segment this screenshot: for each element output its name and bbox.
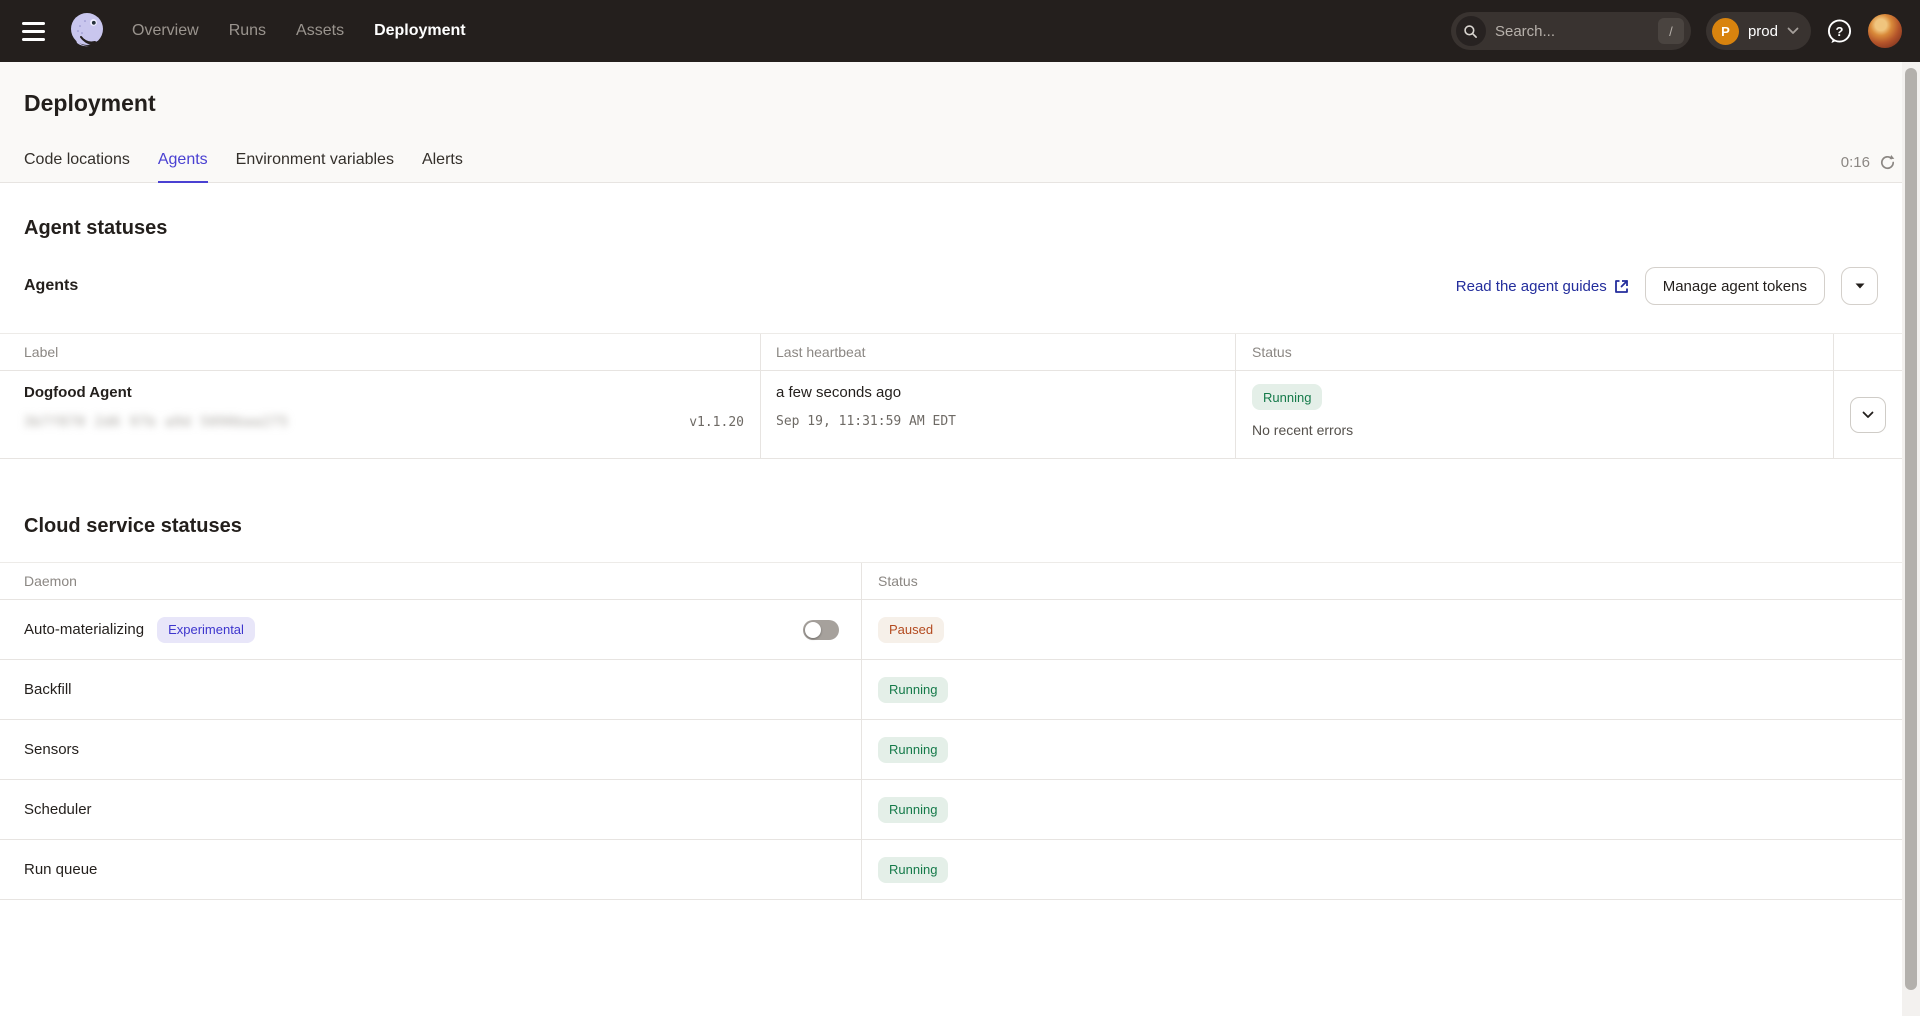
- navbar-right: / P prod ?: [1451, 12, 1902, 50]
- chevron-down-icon: [1787, 27, 1799, 35]
- daemon-name: Auto-materializing: [24, 621, 144, 638]
- refresh-timer: 0:16: [1841, 154, 1870, 171]
- daemon-name: Backfill: [24, 681, 72, 698]
- heartbeat-timestamp: Sep 19, 11:31:59 AM EDT: [776, 414, 1235, 429]
- dagster-logo[interactable]: [64, 8, 110, 54]
- agent-status-badge: Running: [1252, 384, 1322, 410]
- agents-subheading: Agents: [24, 277, 78, 295]
- agent-statuses-heading: Agent statuses: [0, 217, 1902, 240]
- search-icon: [1456, 16, 1486, 46]
- external-link-icon: [1614, 279, 1629, 294]
- nav-deployment[interactable]: Deployment: [374, 22, 466, 40]
- svg-text:?: ?: [1836, 24, 1844, 39]
- daemon-name: Sensors: [24, 741, 79, 758]
- page-header: Deployment Code locations Agents Environ…: [0, 62, 1920, 183]
- cloud-services-table: Daemon Status Auto-materializing Experim…: [0, 562, 1902, 900]
- scrollbar-thumb[interactable]: [1905, 68, 1917, 990]
- daemon-row-sensors: Sensors Running: [0, 720, 1902, 780]
- agent-id-redacted: 3b7f870 2d6 97b a9d 5090baa275: [24, 415, 289, 430]
- agent-status-note: No recent errors: [1252, 422, 1833, 438]
- nav-runs[interactable]: Runs: [229, 22, 266, 40]
- daemon-name: Scheduler: [24, 801, 92, 818]
- manage-agent-tokens-button[interactable]: Manage agent tokens: [1645, 267, 1825, 305]
- daemon-status-badge: Running: [878, 737, 948, 763]
- search-input[interactable]: [1486, 23, 1658, 40]
- col-header-daemon: Daemon: [0, 573, 861, 589]
- cloud-service-statuses-heading: Cloud service statuses: [0, 515, 1902, 538]
- daemon-status-badge: Running: [878, 677, 948, 703]
- org-initial-badge: P: [1712, 18, 1739, 45]
- main-content: Agent statuses Agents Read the agent gui…: [0, 217, 1902, 900]
- col-header-status: Status: [861, 563, 1902, 599]
- refresh-icon: [1879, 154, 1896, 171]
- question-icon: ?: [1826, 18, 1853, 45]
- primary-nav: Overview Runs Assets Deployment: [132, 22, 466, 40]
- user-avatar[interactable]: [1868, 14, 1902, 48]
- agents-table-header: Label Last heartbeat Status: [0, 334, 1902, 371]
- heartbeat-relative: a few seconds ago: [776, 384, 1235, 401]
- agents-table: Label Last heartbeat Status Dogfood Agen…: [0, 333, 1902, 459]
- manage-tokens-menu-button[interactable]: [1841, 267, 1878, 305]
- agent-row: Dogfood Agent 3b7f870 2d6 97b a9d 5090ba…: [0, 371, 1902, 459]
- slash-shortcut-key: /: [1658, 18, 1684, 44]
- auto-materializing-toggle[interactable]: [803, 620, 839, 640]
- daemon-status-badge: Running: [878, 857, 948, 883]
- agent-guides-link[interactable]: Read the agent guides: [1456, 278, 1629, 295]
- help-button[interactable]: ?: [1826, 18, 1853, 45]
- nav-overview[interactable]: Overview: [132, 22, 199, 40]
- caret-down-icon: [1855, 283, 1865, 289]
- menu-button[interactable]: [12, 10, 54, 52]
- daemon-row-backfill: Backfill Running: [0, 660, 1902, 720]
- expand-agent-row-button[interactable]: [1850, 397, 1886, 433]
- nav-assets[interactable]: Assets: [296, 22, 344, 40]
- dagster-octopus-icon: [65, 9, 109, 53]
- chevron-down-icon: [1862, 411, 1874, 419]
- daemon-row-run-queue: Run queue Running: [0, 840, 1902, 900]
- tabs-bar: Code locations Agents Environment variab…: [0, 141, 1920, 183]
- tab-alerts[interactable]: Alerts: [422, 141, 463, 182]
- agent-version: v1.1.20: [689, 415, 744, 430]
- tab-environment-variables[interactable]: Environment variables: [236, 141, 394, 182]
- scrollbar: [1902, 62, 1920, 1016]
- refresh-button[interactable]: [1879, 154, 1896, 171]
- daemon-status-badge: Paused: [878, 617, 944, 643]
- search-box[interactable]: /: [1451, 12, 1691, 50]
- daemon-row-scheduler: Scheduler Running: [0, 780, 1902, 840]
- col-header-last-heartbeat: Last heartbeat: [760, 334, 1235, 370]
- daemon-status-badge: Running: [878, 797, 948, 823]
- daemon-row-auto-materializing: Auto-materializing Experimental Paused: [0, 600, 1902, 660]
- org-name: prod: [1748, 23, 1778, 40]
- top-navbar: Overview Runs Assets Deployment / P prod…: [0, 0, 1920, 62]
- cloud-table-header: Daemon Status: [0, 563, 1902, 600]
- col-header-label: Label: [0, 344, 760, 360]
- page-title: Deployment: [0, 62, 1920, 117]
- agent-name: Dogfood Agent: [24, 384, 760, 401]
- daemon-name: Run queue: [24, 861, 97, 878]
- deployment-switcher[interactable]: P prod: [1706, 12, 1811, 50]
- col-header-status: Status: [1235, 334, 1833, 370]
- hamburger-icon: [22, 22, 45, 25]
- experimental-badge: Experimental: [157, 617, 255, 643]
- tab-agents[interactable]: Agents: [158, 141, 208, 182]
- tab-code-locations[interactable]: Code locations: [24, 141, 130, 182]
